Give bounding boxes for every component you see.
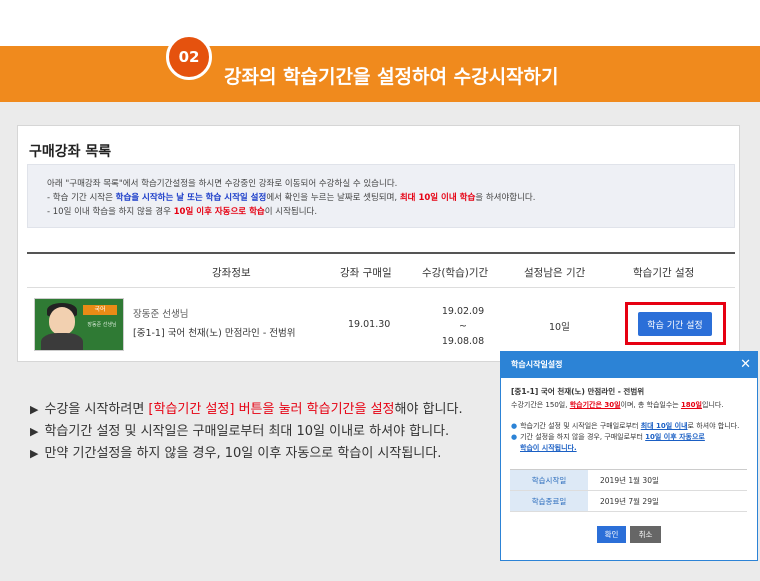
table-row: 학습시작일 2019년 1월 30일 bbox=[510, 470, 747, 491]
dialog-note-2: ● 기간 설정을 하지 않을 경우, 구매일로부터 10일 이후 자동으로 bbox=[511, 433, 705, 441]
course-name[interactable]: [중1-1] 국어 천재(노) 만점라인 - 전범위 bbox=[133, 325, 296, 339]
end-date-label: 학습종료일 bbox=[510, 491, 588, 511]
instruction-list: ▶ 수강을 시작하려면 [학습기간 설정] 버튼을 눌러 학습기간을 설정해야 합… bbox=[30, 399, 463, 465]
notice-line-1: 아래 "구매강좌 목록"에서 학습기간설정을 하시면 수강중인 강좌로 이동되어… bbox=[47, 179, 398, 189]
confirm-button[interactable]: 확인 bbox=[597, 526, 626, 543]
course-thumbnail[interactable]: 국어 장동준 선생님 bbox=[34, 298, 124, 351]
dialog-date-table: 학습시작일 2019년 1월 30일 학습종료일 2019년 7월 29일 bbox=[510, 469, 747, 512]
set-study-period-button[interactable]: 학습 기간 설정 bbox=[638, 312, 712, 336]
study-start-date-dialog: 학습시작일설정 ✕ [중1-1] 국어 천재(노) 만점라인 - 전범위 수강기… bbox=[500, 351, 758, 561]
start-date-label: 학습시작일 bbox=[510, 470, 588, 490]
triangle-bullet-icon: ▶ bbox=[30, 403, 39, 416]
dialog-header: 학습시작일설정 ✕ bbox=[501, 352, 757, 378]
remaining-days: 10일 bbox=[549, 322, 570, 333]
panel-title: 구매강좌 목록 bbox=[29, 144, 112, 160]
header-period: 수강(학습)기간 bbox=[422, 267, 489, 279]
teacher-name: 장동준 선생님 bbox=[133, 309, 189, 320]
instruction-3: ▶ 만약 기간설정을 하지 않을 경우, 10일 이후 자동으로 학습이 시작됩니… bbox=[30, 446, 442, 461]
study-period: 19.02.09 ~ 19.08.08 bbox=[441, 306, 485, 347]
dialog-title: 학습시작일설정 bbox=[511, 360, 563, 369]
table-header: 강좌정보 강좌 구매일 수강(학습)기간 설정남은 기간 학습기간 설정 bbox=[27, 252, 735, 288]
dialog-note-2-cont: 학습이 시작됩니다. bbox=[520, 444, 577, 452]
thumbnail-subject-tag: 국어 bbox=[83, 305, 117, 315]
top-band bbox=[0, 0, 760, 46]
instruction-2: ▶ 학습기간 설정 및 시작일은 구매일로부터 최대 10일 이내로 하셔야 합니… bbox=[30, 424, 450, 439]
start-date-value: 2019년 1월 30일 bbox=[600, 475, 659, 485]
instruction-1: ▶ 수강을 시작하려면 [학습기간 설정] 버튼을 눌러 학습기간을 설정해야 합… bbox=[30, 402, 463, 417]
notice-line-3: - 10일 이내 학습을 하지 않을 경우 10일 이후 자동으로 학습이 시작… bbox=[47, 207, 318, 217]
table-row: 학습종료일 2019년 7월 29일 bbox=[510, 491, 747, 512]
notice-line-2: - 학습 기간 시작은 학습을 시작하는 날 또는 학습 시작일 설정에서 확인… bbox=[47, 193, 536, 203]
dialog-course-name: [중1-1] 국어 천재(노) 만점라인 - 전범위 bbox=[511, 387, 645, 396]
step-number-badge: 02 bbox=[166, 34, 212, 80]
dialog-note-1: ● 학습기간 설정 및 시작일은 구매일로부터 최대 10일 이내로 하셔야 합니… bbox=[511, 422, 740, 430]
thumbnail-teacher: 장동준 선생님 bbox=[87, 322, 117, 328]
purchased-courses-panel: 구매강좌 목록 아래 "구매강좌 목록"에서 학습기간설정을 하시면 수강중인 … bbox=[17, 125, 740, 362]
close-icon[interactable]: ✕ bbox=[740, 352, 751, 378]
triangle-bullet-icon: ▶ bbox=[30, 447, 39, 460]
purchase-date: 19.01.30 bbox=[348, 319, 391, 330]
banner-title: 강좌의 학습기간을 설정하여 수강시작하기 bbox=[224, 66, 559, 88]
triangle-bullet-icon: ▶ bbox=[30, 425, 39, 438]
header-set-period: 학습기간 설정 bbox=[633, 267, 695, 279]
header-purchase-date: 강좌 구매일 bbox=[340, 267, 392, 279]
header-course-info: 강좌정보 bbox=[212, 267, 251, 279]
dialog-body: [중1-1] 국어 천재(노) 만점라인 - 전범위 수강기간은 150일, 학… bbox=[511, 386, 751, 454]
end-date-value: 2019년 7월 29일 bbox=[600, 496, 659, 506]
header-remaining: 설정남은 기간 bbox=[524, 267, 586, 279]
notice-box: 아래 "구매강좌 목록"에서 학습기간설정을 하시면 수강중인 강좌로 이동되어… bbox=[27, 164, 735, 228]
dialog-summary: 수강기간은 150일, 학습기간은 30일이며, 총 학습일수는 180일입니다… bbox=[511, 401, 724, 409]
cancel-button[interactable]: 취소 bbox=[630, 526, 661, 543]
table-row: 국어 장동준 선생님 장동준 선생님 [중1-1] 국어 천재(노) 만점라인 … bbox=[27, 288, 735, 360]
